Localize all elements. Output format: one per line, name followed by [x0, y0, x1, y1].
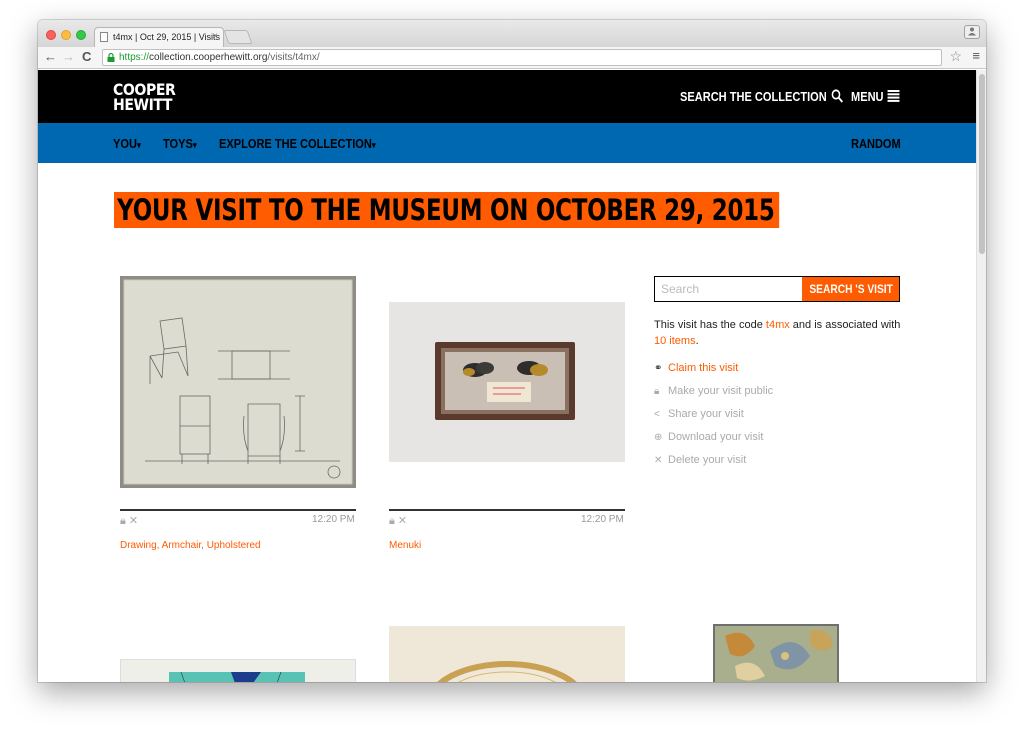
- url-host: collection.cooperhewitt.org: [149, 52, 268, 63]
- make-public-link[interactable]: 🔒︎ Make your visit public: [654, 385, 773, 397]
- nav-toys-label: TOYS: [163, 136, 193, 151]
- card-title[interactable]: Drawing, Armchair, Upholstered: [120, 540, 261, 551]
- card-time: 12:20 PM: [312, 514, 355, 525]
- address-bar[interactable]: https://collection.cooperhewitt.org/visi…: [102, 49, 942, 66]
- search-visit-label: SEARCH 'S VISIT: [809, 282, 893, 296]
- site-logo[interactable]: COOPER HEWITT: [113, 82, 176, 114]
- card-title[interactable]: Menuki: [389, 540, 421, 551]
- paisley-artwork: [715, 626, 837, 682]
- profile-icon[interactable]: [964, 25, 980, 39]
- remove-icon[interactable]: ✕: [129, 515, 138, 527]
- screen: t4mx | Oct 29, 2015 | Visits × ← → C htt…: [0, 0, 1024, 736]
- nav-explore[interactable]: EXPLORE THE COLLECTION▾: [219, 136, 376, 151]
- search-icon: [831, 89, 844, 103]
- reload-button[interactable]: C: [82, 49, 91, 64]
- visit-search-input[interactable]: Search: [654, 276, 802, 302]
- tab-title: t4mx | Oct 29, 2015 | Visits: [113, 32, 221, 42]
- lock-icon[interactable]: 🔒︎: [389, 515, 395, 527]
- desc-prefix: This visit has the code: [654, 319, 766, 331]
- browser-toolbar: ← → C https://collection.cooperhewitt.or…: [38, 47, 986, 69]
- nav-random[interactable]: RANDOM: [851, 136, 901, 151]
- share-visit-link[interactable]: < Share your visit: [654, 408, 744, 420]
- artwork-partial-1: [169, 671, 305, 682]
- download-visit-label: Download your visit: [668, 431, 764, 443]
- search-visit-button[interactable]: SEARCH 'S VISIT: [802, 276, 900, 302]
- delete-visit-link[interactable]: ✕ Delete your visit: [654, 454, 746, 466]
- make-public-label: Make your visit public: [668, 385, 774, 397]
- forward-button[interactable]: →: [62, 49, 75, 64]
- card-divider: [120, 509, 356, 511]
- download-icon: ⊕: [654, 432, 663, 443]
- search-collection-link[interactable]: SEARCH THE COLLECTION: [680, 89, 844, 104]
- card-divider: [389, 509, 625, 511]
- share-icon: <: [654, 409, 660, 420]
- link-icon: ⚭: [654, 363, 663, 374]
- claim-visit-label: Claim this visit: [668, 362, 739, 374]
- delete-visit-label: Delete your visit: [668, 454, 747, 466]
- caret-down-icon: ▾: [371, 140, 376, 150]
- new-tab-button[interactable]: [223, 30, 253, 44]
- object-image-menuki[interactable]: [389, 302, 625, 462]
- caret-down-icon: ▾: [192, 140, 197, 150]
- artwork-partial-2: [437, 661, 577, 682]
- sub-navigation: YOU▾ TOYS▾ EXPLORE THE COLLECTION▾ RANDO…: [38, 123, 976, 163]
- share-visit-label: Share your visit: [668, 408, 744, 420]
- tab-close-icon[interactable]: ×: [212, 31, 218, 42]
- lock-icon[interactable]: 🔒︎: [120, 515, 126, 527]
- caret-down-icon: ▾: [136, 140, 141, 150]
- vertical-scrollbar[interactable]: [976, 70, 986, 682]
- page-icon: [100, 32, 108, 42]
- claim-visit-link[interactable]: ⚭ Claim this visit: [654, 362, 738, 374]
- object-image-partial-2[interactable]: [389, 626, 625, 682]
- hamburger-icon: [887, 90, 900, 102]
- object-image-partial-1[interactable]: [120, 659, 356, 682]
- tab-bar: t4mx | Oct 29, 2015 | Visits ×: [38, 20, 986, 47]
- drawing-artwork: [123, 279, 353, 485]
- desc-suffix: .: [695, 335, 699, 347]
- card-time: 12:20 PM: [581, 514, 624, 525]
- nav-explore-label: EXPLORE THE COLLECTION: [219, 136, 372, 151]
- visit-description: This visit has the code t4mx and is asso…: [654, 317, 904, 349]
- logo-line-2: HEWITT: [113, 95, 173, 114]
- scrollbar-thumb[interactable]: [979, 74, 985, 254]
- back-button[interactable]: ←: [44, 49, 57, 64]
- browser-tab[interactable]: t4mx | Oct 29, 2015 | Visits ×: [94, 27, 224, 47]
- zoom-window-button[interactable]: [76, 30, 86, 40]
- menu-label: MENU: [851, 89, 884, 104]
- url-scheme: https://: [119, 52, 150, 63]
- url-path: /visits/t4mx/: [267, 52, 320, 63]
- menu-button[interactable]: MENU: [851, 89, 900, 104]
- minimize-window-button[interactable]: [61, 30, 71, 40]
- lock-icon: 🔒︎: [654, 386, 660, 397]
- page-title: YOUR VISIT TO THE MUSEUM ON OCTOBER 29, …: [114, 192, 780, 228]
- delete-icon: ✕: [654, 455, 663, 466]
- nav-you-label: YOU: [113, 136, 137, 151]
- object-image-drawing[interactable]: [120, 276, 356, 488]
- desc-middle: and is associated with: [789, 319, 901, 331]
- menuki-artwork: [435, 342, 575, 420]
- search-collection-label: SEARCH THE COLLECTION: [680, 89, 827, 104]
- download-visit-link[interactable]: ⊕ Download your visit: [654, 431, 763, 443]
- page-viewport: COOPER HEWITT SEARCH THE COLLECTION MENU…: [38, 70, 976, 682]
- browser-menu-icon[interactable]: ≡: [972, 48, 980, 63]
- visit-code-link[interactable]: t4mx: [766, 319, 790, 331]
- site-header: COOPER HEWITT SEARCH THE COLLECTION MENU: [38, 70, 976, 123]
- items-count-link[interactable]: 10 items: [654, 335, 696, 347]
- card-actions: 🔒︎ ✕: [120, 514, 138, 528]
- browser-window: t4mx | Oct 29, 2015 | Visits × ← → C htt…: [38, 20, 986, 682]
- bookmark-star-icon[interactable]: ☆: [949, 48, 962, 65]
- nav-toys[interactable]: TOYS▾: [163, 136, 197, 151]
- close-window-button[interactable]: [46, 30, 56, 40]
- card-actions: 🔒︎ ✕: [389, 514, 407, 528]
- object-image-partial-3[interactable]: [713, 624, 839, 682]
- remove-icon[interactable]: ✕: [398, 515, 407, 527]
- nav-you[interactable]: YOU▾: [113, 136, 141, 151]
- secure-lock-icon: [107, 53, 115, 62]
